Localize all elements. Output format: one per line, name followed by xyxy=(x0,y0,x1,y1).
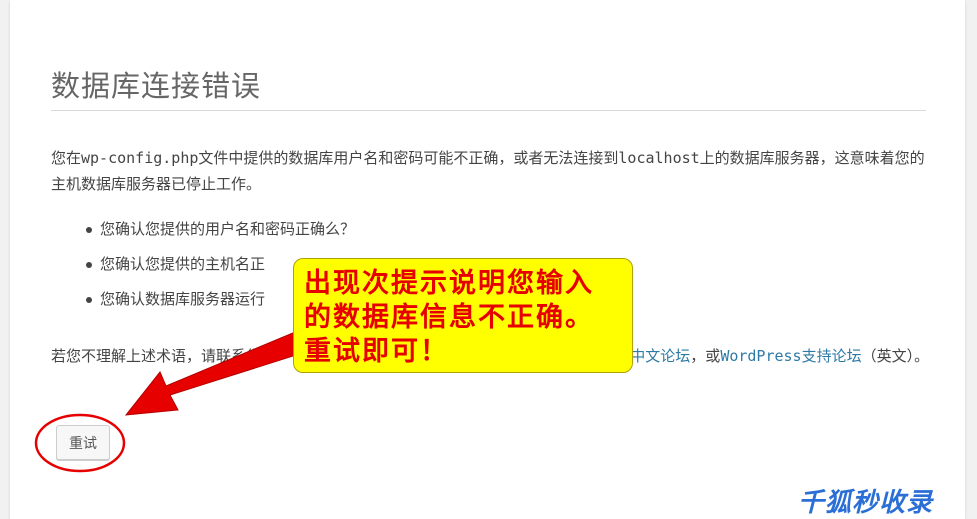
watermark-logo: 千狐秒收录 xyxy=(798,488,934,518)
red-arrow-icon xyxy=(124,329,313,416)
highlight-circle xyxy=(34,413,126,473)
annotation-callout: 出现次提示说明您输入的数据库信息不正确。重试即可！ xyxy=(293,258,633,373)
